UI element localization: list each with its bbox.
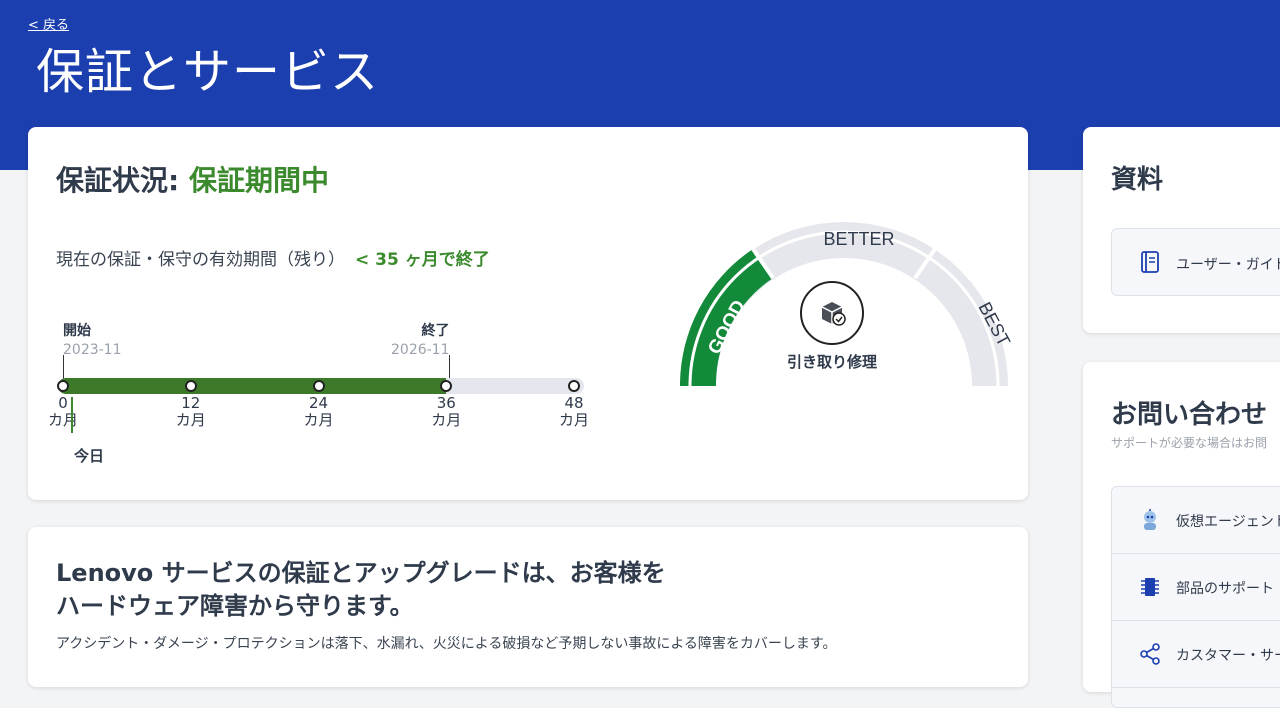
parts-support-option[interactable]: 部品のサポート	[1112, 554, 1280, 621]
timeline-start-marker	[63, 355, 64, 379]
today-label: 今日	[74, 447, 105, 465]
timeline-start: 開始 2023-11	[63, 320, 122, 358]
customer-service-label: カスタマー・サービ	[1176, 648, 1280, 664]
warranty-status-card: 保証状況: 保証期間中 現在の保証・保守の有効期間（残り） < 35 ヶ月で終了 …	[28, 127, 1028, 500]
user-guide-button[interactable]: ユーザー・ガイド	[1111, 228, 1280, 296]
timeline-start-date: 2023-11	[63, 342, 122, 358]
book-icon	[1140, 251, 1160, 277]
customer-service-option[interactable]: カスタマー・サービ	[1112, 621, 1280, 688]
gauge-label-better: BETTER	[823, 229, 894, 249]
user-guide-label: ユーザー・ガイド	[1176, 257, 1280, 273]
remaining-value: < 35 ヶ月で終了	[355, 250, 490, 270]
timeline-tick-dot	[568, 380, 580, 392]
timeline-end-label: 終了	[421, 323, 450, 339]
promo-title-line2: ハードウェア障害から守ります。	[56, 592, 414, 620]
timeline-start-label: 開始	[63, 323, 91, 339]
page-title: 保証とサービス	[36, 44, 380, 100]
timeline-tick-label: 36 カ月	[431, 394, 462, 429]
today-marker	[71, 397, 73, 433]
timeline-tick-dot	[312, 380, 325, 392]
chip-icon	[1140, 576, 1160, 602]
timeline-tick-label: 12 カ月	[175, 394, 206, 429]
promo-title: Lenovo サービスの保証とアップグレードは、お客様を ハードウェア障害から守…	[56, 557, 666, 623]
promo-title-brand: Lenovo	[56, 559, 154, 587]
docs-card: 資料 ユーザー・ガイド	[1083, 127, 1280, 333]
timeline-tick-label: 0 カ月	[47, 394, 78, 429]
timeline-tick-label: 48 カ月	[558, 394, 589, 429]
timeline-end-date: 2026-11	[391, 342, 450, 358]
warranty-status-label: 保証状況:	[56, 164, 180, 197]
warranty-timeline-fill	[58, 378, 447, 394]
contact-title: お問い合わせ	[1111, 400, 1268, 430]
warranty-status-value: 保証期間中	[188, 164, 329, 197]
contact-options-list: 仮想エージェント 部品のサポート カスタマー・サービ	[1111, 486, 1280, 708]
timeline-end: 終了 2026-11	[391, 320, 450, 358]
promo-description: アクシデント・ダメージ・プロテクションは落下、水漏れ、火災による破損など予期しな…	[56, 636, 837, 652]
repair-box-icon	[800, 281, 864, 345]
docs-title: 資料	[1111, 165, 1164, 195]
timeline-tick-dot	[184, 380, 197, 392]
warranty-status-heading: 保証状況: 保証期間中	[56, 159, 329, 199]
warranty-remaining: 現在の保証・保守の有効期間（残り） < 35 ヶ月で終了	[56, 245, 490, 270]
timeline-tick-label: 24 カ月	[303, 394, 334, 429]
timeline-tick-dot	[57, 380, 69, 392]
back-link[interactable]: < 戻る	[28, 14, 69, 33]
contact-subtitle: サポートが必要な場合はお問	[1111, 436, 1268, 450]
share-icon	[1140, 643, 1160, 669]
parts-support-label: 部品のサポート	[1176, 581, 1274, 597]
promo-title-line1: サービスの保証とアップグレードは、お客様を	[161, 559, 666, 587]
virtual-agent-option[interactable]: 仮想エージェント	[1112, 487, 1280, 554]
service-promo-card: Lenovo サービスの保証とアップグレードは、お客様を ハードウェア障害から守…	[28, 527, 1028, 687]
contact-card: お問い合わせ サポートが必要な場合はお問 仮想エージェント 部品のサポート カス…	[1083, 362, 1280, 708]
timeline-end-marker	[449, 355, 450, 379]
robot-icon	[1140, 509, 1160, 535]
virtual-agent-label: 仮想エージェント	[1176, 514, 1280, 530]
service-type-label: 引き取り修理	[786, 353, 877, 371]
remaining-label: 現在の保証・保守の有効期間（残り）	[56, 250, 345, 270]
